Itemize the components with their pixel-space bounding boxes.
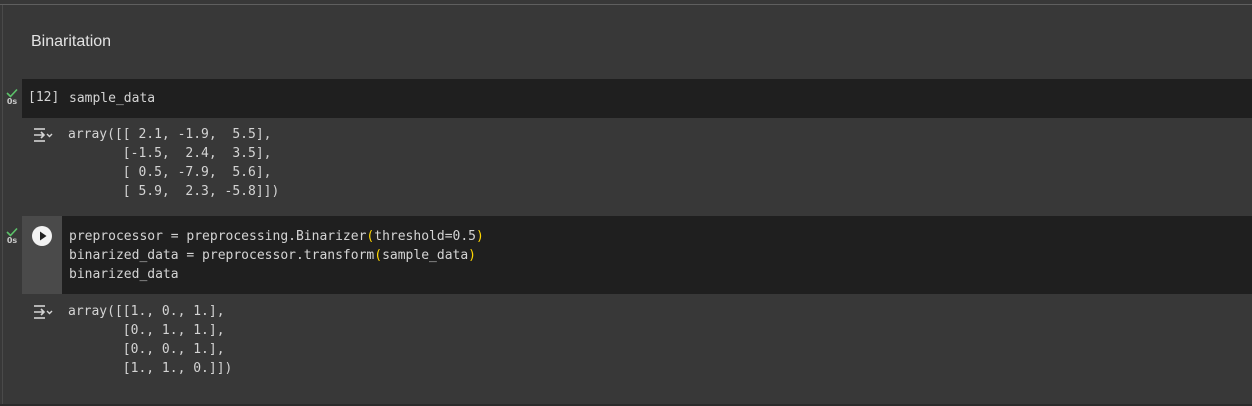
run-cell-button[interactable] — [32, 226, 52, 246]
bracket-open: ( — [374, 248, 383, 263]
code-line[interactable]: binarized_data — [69, 265, 179, 284]
bracket-close: ) — [468, 248, 476, 263]
output-line: [0., 1., 1.], — [68, 323, 225, 338]
cell-gutter[interactable]: [12] — [22, 79, 62, 118]
output-line: [ 0.5, -7.9, 5.6], — [68, 165, 272, 180]
section-heading: Binaritation — [31, 33, 112, 50]
cell-output: array([[1., 0., 1.], [0., 1., 1.], [0., … — [22, 294, 1252, 382]
code-line[interactable]: preprocessor = preprocessing.Binarizer(t… — [69, 227, 484, 246]
cell-status: 0s — [4, 227, 20, 245]
bracket-close: ) — [476, 229, 484, 244]
code-text: threshold=0.5 — [374, 229, 476, 244]
play-icon — [40, 231, 47, 241]
code-cell[interactable]: preprocessor = preprocessing.Binarizer ( t… — [22, 216, 1252, 294]
left-divider — [2, 5, 3, 406]
code-text: sample_data — [382, 248, 469, 263]
notebook-page: Binaritation 0s [12] sample_data array([… — [0, 0, 1252, 406]
output-collapse-icon[interactable] — [33, 127, 53, 143]
output-collapse-icon[interactable] — [33, 304, 53, 320]
output-line: array([[ 2.1, -1.9, 5.5], — [68, 127, 272, 142]
output-line: [ 5.9, 2.3, -5.8]]) — [68, 184, 280, 199]
output-line: [0., 0., 1.], — [68, 342, 225, 357]
output-line: [1., 1., 0.]]) — [68, 361, 233, 376]
code-line[interactable]: binarized_data = preprocessor.transform(… — [69, 246, 476, 265]
cell-output: array([[ 2.1, -1.9, 5.5], [-1.5, 2.4, 3.… — [22, 118, 1252, 204]
cell-gutter[interactable] — [22, 216, 62, 294]
execution-count: [12] — [28, 90, 60, 105]
code-text: preprocessor = preprocessing.Binarizer — [69, 229, 367, 244]
code-text: binarized_data = preprocessor.transform — [69, 248, 375, 263]
top-divider — [0, 4, 1252, 5]
output-line: [-1.5, 2.4, 3.5], — [68, 146, 272, 161]
code-cell[interactable]: [12] sample_data — [22, 79, 1252, 118]
execution-time: 0s — [6, 236, 18, 245]
execution-time: 0s — [6, 97, 18, 106]
output-line: array([[1., 0., 1.], — [68, 304, 225, 319]
code-line[interactable]: sample_data — [69, 89, 155, 108]
cell-status: 0s — [4, 88, 20, 106]
